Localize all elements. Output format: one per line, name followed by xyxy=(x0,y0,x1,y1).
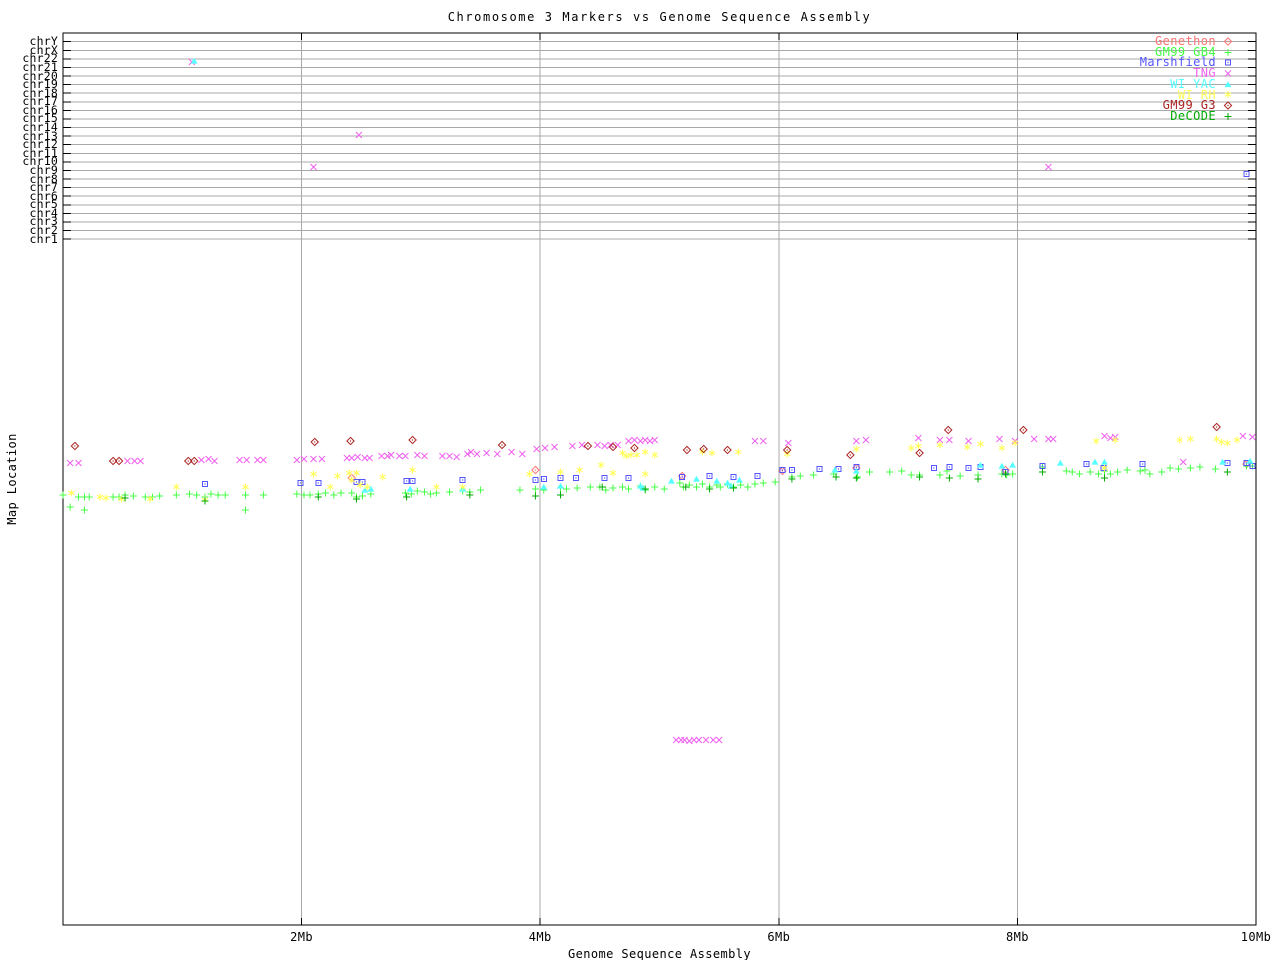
data-point-diamond-open-dot xyxy=(786,449,788,451)
data-point-diamond-open-dot xyxy=(314,441,316,443)
data-point-triangle-filled xyxy=(1056,459,1064,466)
series-wi-yac xyxy=(190,57,1254,493)
plot-area xyxy=(59,32,1257,926)
data-point-triangle-filled xyxy=(1224,80,1232,87)
data-point-square-open-dot xyxy=(1085,463,1088,465)
data-point-triangle-filled xyxy=(724,479,731,486)
data-point-diamond-open-dot xyxy=(612,446,614,448)
data-point-square-open-dot xyxy=(855,466,857,468)
data-point-diamond-open-dot xyxy=(686,449,688,451)
data-point-diamond-open-dot xyxy=(726,449,729,451)
legend-marker-icon xyxy=(1224,91,1232,99)
data-point-diamond-open-dot xyxy=(349,440,352,442)
data-point-diamond-open-dot xyxy=(534,469,537,471)
data-point-square-open-dot xyxy=(967,467,970,469)
data-point-square-open-dot xyxy=(681,476,683,478)
data-point-square-open-dot xyxy=(1041,465,1044,467)
data-point-square-open-dot xyxy=(948,466,950,468)
legend-row-decode: DeCODE xyxy=(1030,108,1240,123)
legend-marker-icon xyxy=(1224,48,1232,56)
data-point-diamond-open-dot xyxy=(112,460,114,462)
legend-label: DeCODE xyxy=(1170,108,1216,123)
series-decode xyxy=(121,468,1231,505)
data-point-square-open-dot xyxy=(204,483,206,485)
plot-border xyxy=(62,32,1257,926)
data-point-diamond-open-dot xyxy=(947,429,949,431)
series-wi-rh xyxy=(68,435,1241,504)
data-point-square-open-dot xyxy=(627,477,630,479)
legend-marker-icon xyxy=(1223,101,1233,110)
data-point-square-open-dot xyxy=(791,469,793,471)
data-point-diamond-open-dot xyxy=(633,447,636,449)
data-point-square-open-dot xyxy=(299,482,302,484)
data-point-diamond-open-dot xyxy=(411,439,414,441)
data-point-square-open-dot xyxy=(1226,462,1228,464)
y-tick-label-chr1: chr1 xyxy=(29,231,58,246)
data-point-square-open-dot xyxy=(756,475,758,477)
data-point-diamond-open-dot xyxy=(193,460,195,462)
data-point-square-open-dot xyxy=(732,476,735,478)
data-point-square-open-dot xyxy=(355,481,358,483)
data-point-square-open-dot xyxy=(462,479,464,481)
data-point-diamond-open-dot xyxy=(1227,104,1229,107)
data-point-diamond-open-dot xyxy=(187,460,189,462)
data-point-diamond-open-dot xyxy=(1022,429,1024,431)
data-point-square-open-dot xyxy=(1251,465,1254,467)
data-point-diamond-open-dot xyxy=(703,448,705,450)
data-point-square-open-dot xyxy=(933,467,935,469)
data-point-square-open-dot xyxy=(543,478,545,480)
data-point-diamond-open-dot xyxy=(74,445,76,447)
series-gm99-gb4 xyxy=(59,462,1256,514)
x-tick-label-8Mb: 8Mb xyxy=(1005,930,1029,944)
data-point-square-open-dot xyxy=(604,477,606,479)
data-point-diamond-open-dot xyxy=(1227,40,1229,42)
data-point-triangle-filled xyxy=(557,482,564,489)
data-point-triangle-filled xyxy=(713,477,721,484)
legend-marker-icon xyxy=(1224,80,1232,87)
x-tick-label-6Mb: 6Mb xyxy=(767,930,791,944)
data-point-triangle-filled xyxy=(693,475,700,482)
data-point-square-open-dot xyxy=(818,468,820,470)
x-tick-label-10Mb: 10Mb xyxy=(1240,930,1272,944)
data-point-square-open-dot xyxy=(1227,62,1229,64)
data-point-square-open-dot xyxy=(405,480,408,482)
data-point-square-open-dot xyxy=(709,475,711,477)
data-point-square-open-dot xyxy=(411,480,414,482)
data-point-square-open-dot xyxy=(317,482,319,484)
data-point-triangle-filled xyxy=(540,483,548,490)
chromosome-marker-chart: Chromosome 3 Markers vs Genome Sequence … xyxy=(0,0,1280,960)
data-point-diamond-open-dot xyxy=(587,445,589,447)
data-point-square-open-dot xyxy=(1245,173,1248,175)
legend-marker-icon xyxy=(1223,37,1233,46)
series-marshfield xyxy=(201,171,1256,487)
legend-marker-icon xyxy=(1225,59,1231,66)
data-point-triangle-filled xyxy=(406,485,414,492)
data-point-diamond-open-dot xyxy=(501,444,503,446)
data-point-diamond-open-dot xyxy=(849,454,851,456)
data-point-square-open-dot xyxy=(534,479,537,481)
data-point-triangle-filled xyxy=(1101,458,1108,465)
x-tick-label-4Mb: 4Mb xyxy=(528,930,552,944)
data-point-diamond-open-dot xyxy=(118,460,120,462)
data-point-triangle-filled xyxy=(736,476,743,483)
data-point-triangle-filled xyxy=(668,477,675,484)
data-point-square-open-dot xyxy=(781,469,783,471)
legend-marker-icon xyxy=(1224,70,1232,77)
series-gm99-g3 xyxy=(70,422,1221,466)
data-point-triangle-filled xyxy=(1091,458,1099,465)
data-point-diamond-open-dot xyxy=(1216,426,1218,428)
data-point-triangle-filled xyxy=(1009,461,1017,468)
data-point-square-open-dot xyxy=(559,477,562,479)
data-point-diamond-open-dot xyxy=(918,452,921,454)
series-genethon xyxy=(347,459,1251,483)
legend-marker-icon xyxy=(1224,112,1232,120)
data-point-triangle-filled xyxy=(831,466,839,473)
data-point-square-open-dot xyxy=(837,468,840,470)
data-point-square-open-dot xyxy=(575,477,577,479)
data-point-triangle-filled xyxy=(998,462,1006,469)
data-point-square-open-dot xyxy=(361,481,364,483)
x-axis-title: Genome Sequence Assembly xyxy=(568,947,751,960)
data-point-square-open-dot xyxy=(1142,463,1144,465)
x-tick-label-2Mb: 2Mb xyxy=(290,930,314,944)
